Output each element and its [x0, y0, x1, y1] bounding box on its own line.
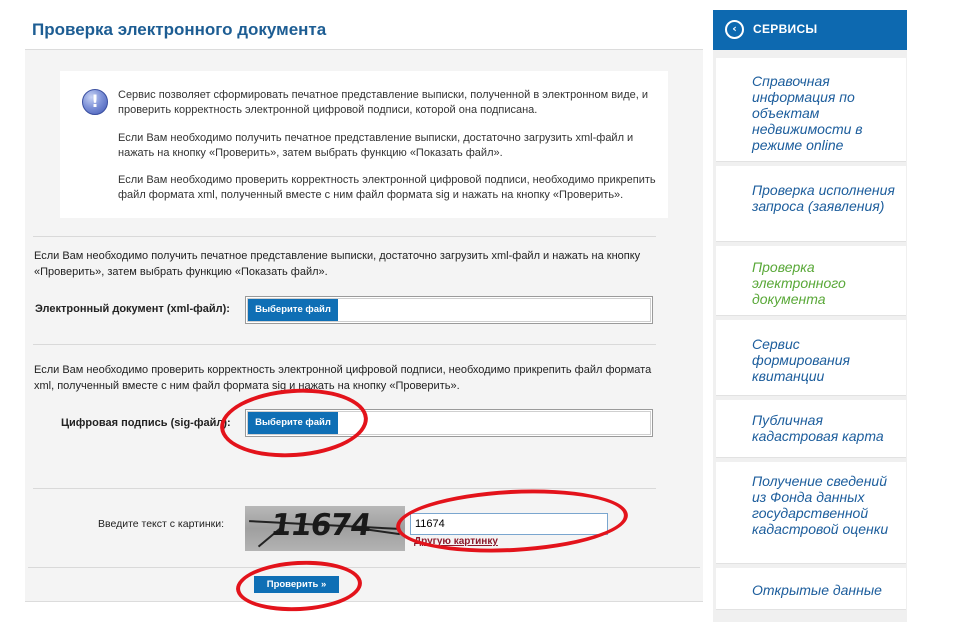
xml-choose-file-button[interactable]: Выберите файл: [248, 299, 338, 321]
info-icon: [82, 89, 108, 115]
divider: [33, 488, 656, 489]
info-paragraph: Сервис позволяет сформировать печатное п…: [118, 89, 648, 116]
xml-file-input[interactable]: Выберите файл: [245, 296, 653, 324]
sidebar-item[interactable]: Открытые данные: [716, 568, 906, 610]
sidebar-item-label[interactable]: Открытые данные: [752, 582, 898, 598]
submit-button[interactable]: Проверить »: [254, 576, 339, 593]
sig-instructions: Если Вам необходимо проверить корректнос…: [34, 364, 652, 392]
xml-instructions: Если Вам необходимо получить печатное пр…: [34, 250, 641, 278]
sidebar-item[interactable]: Публичная кадастровая карта: [716, 400, 906, 458]
sidebar-item-label[interactable]: Справочная информация по объектам недвиж…: [752, 73, 898, 153]
divider: [33, 344, 656, 345]
sidebar-item[interactable]: Сервис формирования квитанции: [716, 320, 906, 396]
captcha-image-text: 11674: [268, 508, 373, 543]
captcha-image: 11674: [245, 506, 405, 551]
sidebar-item-label[interactable]: Получение сведений из Фонда данных госуд…: [752, 473, 898, 537]
sidebar-item-label[interactable]: Проверка исполнения запроса (заявления): [752, 182, 898, 214]
divider: [33, 236, 656, 237]
sidebar-item[interactable]: Получение сведений из Фонда данных госуд…: [716, 462, 906, 564]
sig-field-label: Цифровая подпись (sig-файл):: [61, 417, 231, 429]
sidebar-item[interactable]: Справочная информация по объектам недвиж…: [716, 58, 906, 162]
captcha-input[interactable]: [410, 513, 608, 535]
divider: [28, 567, 700, 568]
sidebar-title: СЕРВИСЫ: [753, 22, 818, 36]
xml-field-label: Электронный документ (xml-файл):: [35, 303, 230, 315]
sig-choose-file-button[interactable]: Выберите файл: [248, 412, 338, 434]
page-title: Проверка электронного документа: [32, 20, 327, 39]
sig-file-input[interactable]: Выберите файл: [245, 409, 653, 437]
sidebar-item-active[interactable]: Проверка электронного документа: [716, 246, 906, 316]
sidebar-item-label[interactable]: Публичная кадастровая карта: [752, 412, 898, 444]
sidebar-header[interactable]: ‹ СЕРВИСЫ: [713, 10, 907, 50]
info-paragraph: Если Вам необходимо проверить корректнос…: [118, 174, 656, 201]
sidebar-item-label[interactable]: Проверка электронного документа: [752, 259, 898, 307]
captcha-refresh-link[interactable]: Другую картинку: [414, 536, 498, 547]
captcha-label: Введите текст с картинки:: [98, 518, 225, 530]
info-paragraph: Если Вам необходимо получить печатное пр…: [118, 132, 634, 159]
sidebar-item[interactable]: Проверка исполнения запроса (заявления): [716, 166, 906, 242]
sidebar-item-label[interactable]: Сервис формирования квитанции: [752, 336, 898, 384]
chevron-left-icon: ‹: [725, 20, 744, 39]
